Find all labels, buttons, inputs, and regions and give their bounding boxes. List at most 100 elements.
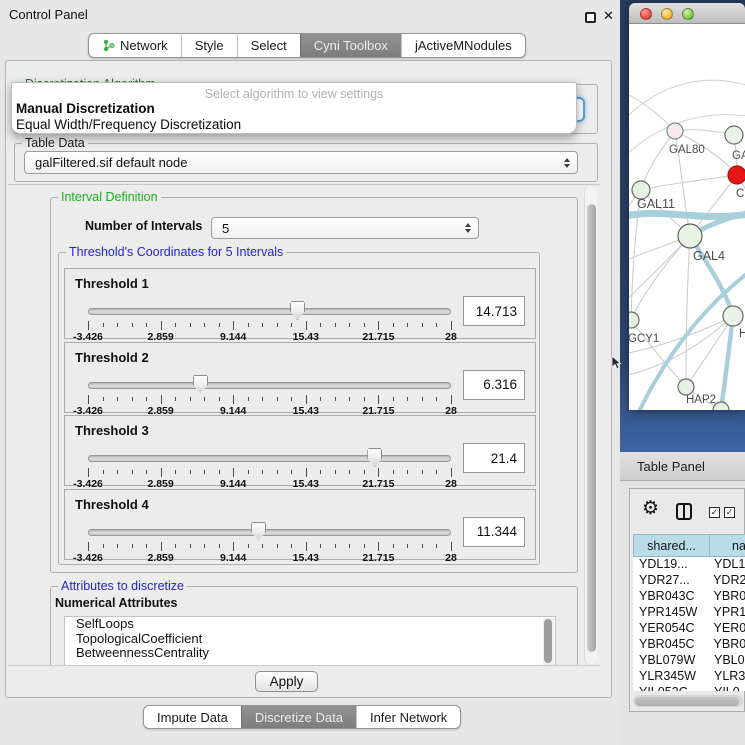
cell-name[interactable]: YBL0: [709, 653, 745, 669]
cell-name[interactable]: YBR0: [709, 589, 745, 605]
tab-infer-network[interactable]: Infer Network: [356, 706, 460, 728]
table-row[interactable]: YIL052CYIL0: [633, 685, 745, 691]
network-node-gcy1[interactable]: [629, 312, 639, 328]
panel-scrollbar-thumb[interactable]: [587, 204, 596, 652]
tick-mark: [422, 397, 423, 401]
table-panel-titlebar[interactable]: Table Panel: [620, 452, 745, 481]
table-row[interactable]: YBR043CYBR0: [633, 589, 745, 605]
network-node-gal4[interactable]: [678, 224, 702, 248]
cell-shared-name[interactable]: YPR145W: [633, 605, 709, 621]
cell-name[interactable]: YDR2: [708, 573, 745, 589]
cell-name[interactable]: YPR1: [709, 605, 745, 621]
tab-jactivemnodules[interactable]: jActiveMNodules: [401, 34, 525, 57]
zoom-traffic-light-icon[interactable]: [682, 8, 694, 20]
apply-button[interactable]: Apply: [255, 671, 318, 692]
cell-shared-name[interactable]: YBL079W: [633, 653, 709, 669]
network-node-h[interactable]: [723, 306, 743, 326]
cell-shared-name[interactable]: YDL19...: [633, 557, 709, 573]
table-data-select[interactable]: galFiltered.sif default node: [24, 151, 578, 174]
table-hscrollbar[interactable]: [633, 695, 743, 707]
algorithm-option-manual[interactable]: Manual Discretization: [12, 101, 576, 117]
minimize-traffic-light-icon[interactable]: [661, 8, 673, 20]
cell-name[interactable]: YER0: [709, 621, 745, 637]
cell-shared-name[interactable]: YLR345W: [633, 669, 709, 685]
tick-mark: [190, 323, 191, 327]
cell-name[interactable]: YIL0: [709, 685, 740, 691]
numerical-attributes-list[interactable]: SelfLoopsTopologicalCoefficientBetweenne…: [64, 616, 556, 666]
attribute-list-item[interactable]: TopologicalCoefficient: [65, 632, 555, 647]
slider-thumb[interactable]: [290, 301, 305, 320]
column-header-shared-name[interactable]: shared...: [633, 534, 710, 557]
slider-thumb[interactable]: [193, 375, 208, 394]
table-row[interactable]: YDL19...YDL1: [633, 557, 745, 573]
tab-impute-data[interactable]: Impute Data: [144, 706, 241, 728]
close-icon[interactable]: ✕: [603, 8, 614, 24]
columns-icon[interactable]: [676, 503, 692, 520]
checkbox-icon[interactable]: ✓: [724, 507, 735, 518]
tab-discretize-data[interactable]: Discretize Data: [241, 706, 356, 728]
network-window-titlebar[interactable]: [629, 3, 745, 24]
cell-shared-name[interactable]: YBR043C: [633, 589, 709, 605]
tick-mark: [262, 544, 263, 548]
network-node-c[interactable]: [728, 166, 745, 184]
cell-shared-name[interactable]: YER054C: [633, 621, 709, 637]
threshold-value-field[interactable]: 6.316: [463, 370, 525, 400]
slider-track[interactable]: [88, 382, 451, 389]
cell-name[interactable]: YLR3: [709, 669, 745, 685]
table-row[interactable]: YLR345WYLR3: [633, 669, 745, 685]
slider-thumb[interactable]: [251, 522, 266, 541]
table-hscrollbar-thumb[interactable]: [635, 697, 739, 706]
tick-mark: [349, 470, 350, 474]
slider[interactable]: -3.4262.8599.14415.4321.71528: [88, 526, 451, 560]
threshold-label: Threshold 2: [75, 350, 149, 365]
tab-cyni-toolbox[interactable]: Cyni Toolbox: [300, 34, 401, 57]
table-row[interactable]: YDR27...YDR2: [633, 573, 745, 589]
tab-style[interactable]: Style: [181, 34, 237, 57]
threshold-value-field[interactable]: 21.4: [463, 443, 525, 473]
num-intervals-select[interactable]: 5: [211, 217, 479, 239]
slider-track[interactable]: [88, 308, 451, 315]
tick-mark: [393, 323, 394, 327]
control-panel: Control Panel ✕ NetworkStyleSelectCyni T…: [0, 0, 620, 745]
attribute-list-item[interactable]: SelfLoops: [65, 617, 555, 632]
algorithm-option-equal-width[interactable]: Equal Width/Frequency Discretization: [12, 117, 576, 133]
tab-label: Infer Network: [370, 710, 447, 725]
cell-shared-name[interactable]: YBR045C: [633, 637, 709, 653]
tab-select[interactable]: Select: [237, 34, 300, 57]
panel-scrollbar[interactable]: [584, 186, 597, 664]
tab-network[interactable]: Network: [89, 34, 181, 57]
list-scrollbar-thumb[interactable]: [544, 619, 552, 663]
network-edge: [631, 236, 690, 320]
table-row[interactable]: YER054CYER0: [633, 621, 745, 637]
slider[interactable]: -3.4262.8599.14415.4321.71528: [88, 305, 451, 339]
network-node-hap2[interactable]: [678, 379, 694, 395]
slider-track[interactable]: [88, 455, 451, 462]
list-scrollbar[interactable]: [543, 618, 554, 666]
network-node-gal80[interactable]: [667, 123, 683, 139]
cell-shared-name[interactable]: YIL052C: [633, 685, 709, 691]
gear-icon[interactable]: ⚙: [642, 497, 659, 520]
cell-shared-name[interactable]: YDR27...: [633, 573, 708, 589]
table-row[interactable]: YBR045CYBR0: [633, 637, 745, 653]
cell-name[interactable]: YDL1: [709, 557, 745, 573]
tick-mark: [262, 397, 263, 401]
slider[interactable]: -3.4262.8599.14415.4321.71528: [88, 452, 451, 486]
checkbox-icon[interactable]: ✓: [709, 507, 720, 518]
attribute-list-item[interactable]: BetweennessCentrality: [65, 646, 555, 661]
slider[interactable]: -3.4262.8599.14415.4321.71528: [88, 379, 451, 413]
close-traffic-light-icon[interactable]: [640, 8, 652, 20]
table-row[interactable]: YPR145WYPR1: [633, 605, 745, 621]
cell-name[interactable]: YBR0: [709, 637, 745, 653]
threshold-panel: Threshold 3 -3.4262.8599.14415.4321.7152…: [64, 415, 536, 486]
tick-mark: [103, 397, 104, 401]
network-canvas[interactable]: GAL80GACGAL11GAL4GCY1HHAP2: [629, 24, 745, 410]
threshold-value-field[interactable]: 11.344: [463, 517, 525, 547]
threshold-value-field[interactable]: 14.713: [463, 296, 525, 326]
float-window-icon[interactable]: [585, 12, 596, 23]
table-row[interactable]: YBL079WYBL0: [633, 653, 745, 669]
slider-track[interactable]: [88, 529, 451, 536]
num-intervals-label: Number of Intervals: [85, 219, 202, 233]
network-node-ga[interactable]: [725, 126, 743, 144]
column-header-name[interactable]: na: [709, 534, 745, 557]
slider-thumb[interactable]: [367, 448, 382, 467]
